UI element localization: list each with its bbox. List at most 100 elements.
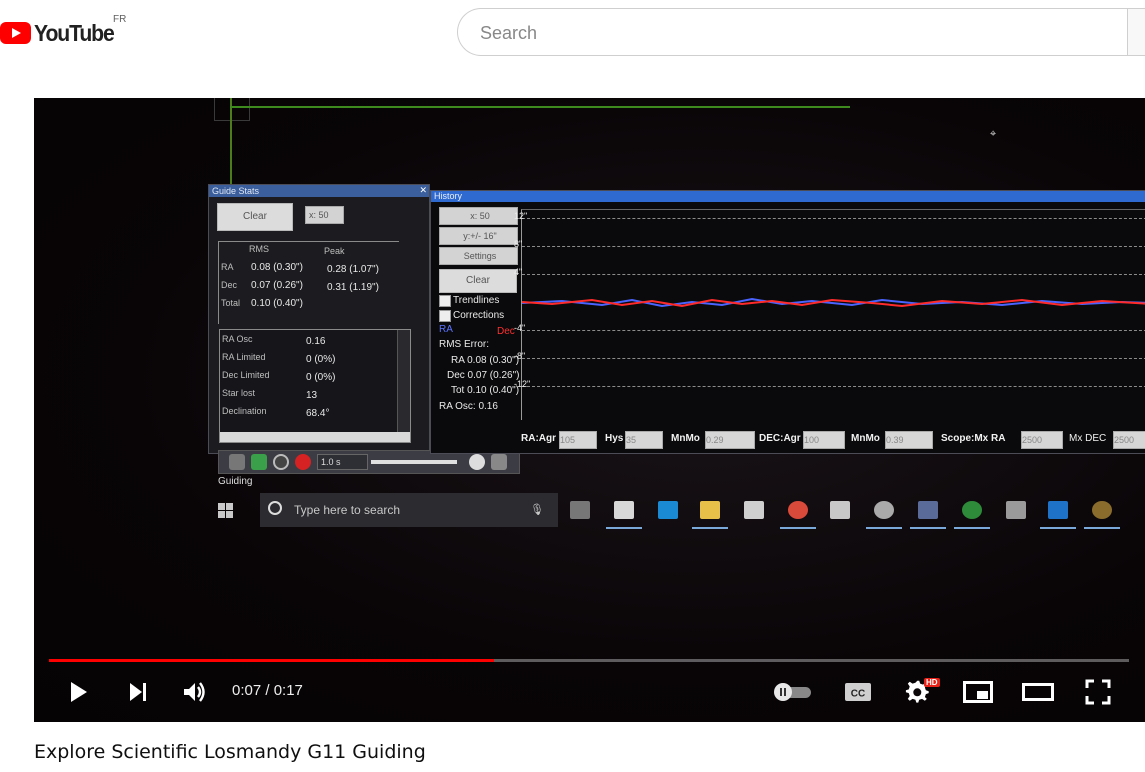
edge-icon [658, 501, 678, 519]
fullscreen-button[interactable] [1078, 674, 1118, 710]
history-clear-button: Clear [439, 269, 517, 293]
file-explorer-icon [700, 501, 720, 519]
mx-dec-label: Mx DEC [1069, 433, 1107, 444]
app-icon [874, 501, 894, 519]
next-button[interactable] [120, 674, 156, 710]
video-title: Explore Scientific Losmandy G11 Guiding [34, 741, 426, 763]
app-icon [1048, 501, 1068, 519]
windows-search-text: Type here to search [294, 503, 401, 517]
svg-text:CC: CC [851, 689, 865, 700]
skip-next-icon [130, 683, 146, 701]
chrome-icon [788, 501, 808, 519]
osc-row-value: 13 [306, 390, 318, 401]
pencil-icon [229, 454, 245, 470]
row-ra-peak: 0.28 (1.07") [327, 264, 379, 275]
cortana-icon [268, 501, 282, 515]
rms-error-label: RMS Error: [439, 339, 489, 350]
status-guiding: Guiding [218, 476, 253, 487]
volume-button[interactable] [177, 674, 213, 710]
youtube-logo[interactable]: YouTube FR [0, 14, 126, 48]
autoplay-toggle-icon [774, 683, 811, 701]
ra-agr-field: 105 [559, 431, 597, 449]
app-icon [918, 501, 938, 519]
osc-horizontal-scrollbar [220, 432, 410, 442]
task-view-icon [570, 501, 590, 519]
search-button[interactable] [1127, 8, 1145, 56]
app-underline [780, 527, 816, 529]
app-underline [910, 527, 946, 529]
youtube-wordmark: YouTube [34, 19, 115, 46]
row-dec-rms: 0.07 (0.26") [251, 280, 303, 291]
osc-row-value: 68.4° [306, 408, 330, 419]
chat-icon [469, 454, 485, 470]
history-titlebar: History [431, 191, 1145, 202]
row-total-label: Total [221, 298, 241, 308]
row-total-rms: 0.10 (0.40") [251, 298, 303, 309]
settings-button[interactable]: HD [898, 674, 940, 710]
scope-mx-ra-field: 2500 [1021, 431, 1063, 449]
legend-ra: RA [439, 324, 453, 335]
volume-icon [184, 682, 205, 702]
progress-bar[interactable] [49, 659, 1129, 662]
mnmo-label: MnMo [671, 433, 700, 444]
hd-badge: HD [924, 678, 940, 687]
app-underline [606, 527, 642, 529]
app-underline [1040, 527, 1076, 529]
history-panel: History x: 50 y:+/- 16" Settings Clear T… [430, 190, 1145, 454]
row-ra-rms: 0.08 (0.30") [251, 262, 303, 273]
windows-taskbar: Type here to search 🎙 [218, 491, 1145, 535]
row-ra-label: RA [221, 262, 234, 272]
guide-stats-titlebar: Guide Stats [209, 185, 429, 197]
osc-row-value: 0 (0%) [306, 354, 336, 365]
app-icon [830, 501, 850, 519]
region-code: FR [113, 14, 127, 25]
rms-error-tot: Tot 0.10 (0.40") [451, 385, 520, 396]
dec-agr-label: DEC:Agr [759, 433, 801, 444]
ra-osc-value: RA Osc: 0.16 [439, 401, 498, 412]
store-icon [744, 501, 764, 519]
corrections-checkbox [439, 310, 451, 322]
osc-row-value: 0 (0%) [306, 372, 336, 383]
target-icon [273, 454, 289, 470]
captions-button[interactable]: CC [838, 674, 878, 710]
theater-mode-button[interactable] [1018, 674, 1058, 710]
theater-icon [1022, 683, 1054, 701]
history-traces [522, 297, 1145, 308]
mx-dec-field: 2500 [1113, 431, 1145, 449]
play-button[interactable] [60, 674, 96, 710]
miniplayer-button[interactable] [958, 674, 998, 710]
app-icon [614, 501, 634, 519]
history-settings-button: Settings [439, 247, 518, 265]
speaker-icon [491, 454, 507, 470]
osc-row-label: RA Osc [222, 334, 253, 344]
y-tick-label: 8" [514, 239, 523, 249]
history-y-select: y:+/- 16" [439, 227, 518, 245]
exposure-select: 1.0 s [317, 454, 368, 470]
mnmo-field: 0.29 [705, 431, 755, 449]
time-display: 0:07 / 0:17 [232, 682, 303, 699]
cc-icon: CC [845, 683, 871, 701]
trendlines-checkbox [439, 295, 451, 307]
legend-dec: Dec [497, 326, 515, 337]
search-input[interactable] [478, 22, 1082, 45]
app-underline [866, 527, 902, 529]
col-peak: Peak [324, 246, 345, 256]
mouse-cursor-icon: ⌖ [990, 128, 997, 140]
guide-stats-x-select: x: 50 [305, 206, 344, 224]
video-player[interactable]: ⌖ Guide Stats ✕ Clear x: 50 RMS Peak RA … [34, 98, 1145, 722]
search-box [457, 8, 1127, 56]
app-underline [1084, 527, 1120, 529]
osc-row-label: Dec Limited [222, 370, 270, 380]
autoplay-toggle[interactable] [770, 674, 814, 710]
hys-label: Hys [605, 433, 624, 444]
osc-row-label: RA Limited [222, 352, 266, 362]
osc-row-value: 0.16 [306, 336, 326, 347]
stop-icon [295, 454, 311, 470]
app-icon [1006, 501, 1026, 519]
phd2-screen: Guide Stats ✕ Clear x: 50 RMS Peak RA 0.… [208, 184, 1145, 487]
osc-vertical-scrollbar [397, 330, 410, 442]
app-underline [954, 527, 990, 529]
dec-agr-field: 100 [803, 431, 845, 449]
guide-stats-table: RMS Peak RA 0.08 (0.30") 0.28 (1.07") De… [218, 241, 399, 324]
video-green-line-vertical [230, 98, 232, 196]
